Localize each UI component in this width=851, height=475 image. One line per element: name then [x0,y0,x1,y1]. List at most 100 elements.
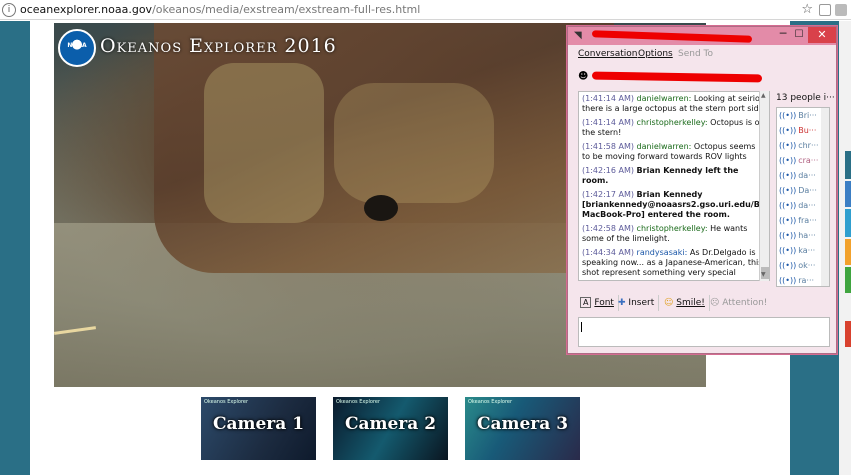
formatting-toolbar: A Font ✚ Insert ☺ Smile! ☹ Attention! [578,295,832,313]
insert-button[interactable]: ✚ Insert [618,295,660,311]
voice-icon: ((•)) [779,231,797,240]
people-list[interactable]: ((•)) Bri··· ((•)) Bu··· ((•)) chr··· ((•))… [776,107,830,287]
message-time: (1:41:58 AM) [582,142,634,151]
chat-window[interactable]: ◥ ─ ☐ ✕ Conversation Options Send To ☻ (… [567,26,837,354]
maximize-icon[interactable]: ☐ [790,28,808,42]
person-name: ra··· [798,276,815,285]
camera-1-label: Camera 1 [212,414,305,434]
attention-label: Attention! [722,298,768,308]
menu-conversation[interactable]: Conversation [578,49,638,59]
encrustation [334,83,494,203]
thumbnail-logo: Okeanos Explorer [468,399,513,405]
attention-button[interactable]: ☹ Attention! [710,295,771,311]
camera-2-thumbnail[interactable]: Okeanos Explorer Camera 2 [333,397,448,460]
voice-icon: ((•)) [779,261,797,270]
scroll-down-icon[interactable]: ▼ [761,271,766,278]
voice-icon: ((•)) [779,186,797,195]
person-name: Da··· [798,186,817,195]
url-text[interactable]: oceanexplorer.noaa.gov/okeanos/media/exs… [20,3,420,16]
person-name: ok··· [798,261,816,270]
redacted-room-name [591,71,763,83]
person-name: ka··· [798,246,816,255]
message-user: danielwarren: [636,94,692,103]
person-name: ha··· [798,231,816,240]
chat-message-log[interactable]: (1:41:14 AM) danielwarren: Looking at se… [578,91,770,281]
room-header: ☻ [578,69,828,85]
chat-message: (1:41:14 AM) christopherkelley: Octopus … [582,118,766,138]
browser-address-bar[interactable]: i oceanexplorer.noaa.gov/okeanos/media/e… [0,0,851,20]
voice-icon: ((•)) [779,126,797,135]
attention-icon: ☹ [710,298,720,308]
person-name: da··· [798,201,816,210]
message-user: danielwarren: [636,142,692,151]
voice-icon: ((•)) [779,276,797,285]
close-icon[interactable]: ✕ [808,27,836,43]
message-time: (1:42:16 AM) [582,166,634,175]
person-name: fra··· [798,216,817,225]
font-icon: A [580,297,592,308]
person-name: da··· [798,171,816,180]
camera-2-label: Camera 2 [344,414,437,434]
message-time: (1:42:17 AM) [582,190,634,199]
right-edge-strip [839,21,851,475]
video-overlay-title: Okeanos Explorer 2016 [100,35,337,57]
chat-title-bar[interactable]: ◥ ─ ☐ ✕ [568,27,836,45]
scroll-up-icon[interactable]: ▲ [761,92,766,99]
url-domain: oceanexplorer.noaa.gov [20,3,153,16]
redacted-title [591,30,753,43]
voice-icon: ((•)) [779,216,797,225]
smile-button[interactable]: ☺ Smile! [664,295,710,311]
chat-app-icon: ◥ [574,30,582,41]
person-name: Bu··· [798,126,817,135]
noaa-logo-icon: NOAA [58,29,96,67]
person-name: Bri··· [798,111,817,120]
encrustation [204,63,324,223]
thumbnail-logo: Okeanos Explorer [204,399,249,405]
message-user: christopherkelley: [636,224,708,233]
voice-icon: ((•)) [779,111,797,120]
camera-3-label: Camera 3 [476,414,569,434]
person-name: chr··· [798,141,819,150]
font-label: Font [594,298,614,308]
voice-icon: ((•)) [779,171,797,180]
smile-label: Smile! [676,298,705,308]
message-time: (1:42:58 AM) [582,224,634,233]
people-count: 13 people i··· [776,93,835,103]
menu-options[interactable]: Options [638,49,673,59]
chat-room-icon: ☻ [578,71,589,82]
voice-icon: ((•)) [779,141,797,150]
insert-icon: ✚ [618,298,626,308]
message-time: (1:44:34 AM) [582,248,634,257]
site-info-icon[interactable]: i [2,2,16,17]
font-button[interactable]: A Font [580,295,619,311]
message-time: (1:41:14 AM) [582,94,634,103]
text-caret [581,322,582,332]
voice-icon: ((•)) [779,156,797,165]
hull-opening [364,195,398,221]
message-scrollbar[interactable]: ▲ ▼ [759,91,769,281]
chat-menu-bar: Conversation Options Send To [568,47,836,63]
camera-1-thumbnail[interactable]: Okeanos Explorer Camera 1 [201,397,316,460]
insert-label: Insert [628,298,655,308]
bookmark-star-icon[interactable]: ☆ [801,2,813,17]
chat-message: (1:42:16 AM) Brian Kennedy left the room… [582,166,766,186]
menu-send-to[interactable]: Send To [678,49,713,59]
chat-message: (1:41:14 AM) danielwarren: Looking at se… [582,94,766,114]
voice-icon: ((•)) [779,246,797,255]
smiley-icon: ☺ [664,298,674,308]
thumbnail-logo: Okeanos Explorer [336,399,381,405]
noaa-logo-text: NOAA [67,42,87,49]
url-path: /okeanos/media/exstream/exstream-full-re… [152,3,421,16]
message-user: randysasaki: [636,248,688,257]
people-scrollbar[interactable] [821,108,829,286]
camera-3-thumbnail[interactable]: Okeanos Explorer Camera 3 [465,397,580,460]
extension-icon[interactable] [819,4,831,16]
person-name: cra··· [798,156,819,165]
message-time: (1:41:14 AM) [582,118,634,127]
message-user: christopherkelley: [636,118,708,127]
extension-icon[interactable] [835,4,847,16]
chat-message: (1:44:34 AM) randysasaki: As Dr.Delgado … [582,248,766,278]
chat-message: (1:42:58 AM) christopherkelley: He wants… [582,224,766,244]
message-input[interactable] [578,317,830,347]
voice-icon: ((•)) [779,201,797,210]
